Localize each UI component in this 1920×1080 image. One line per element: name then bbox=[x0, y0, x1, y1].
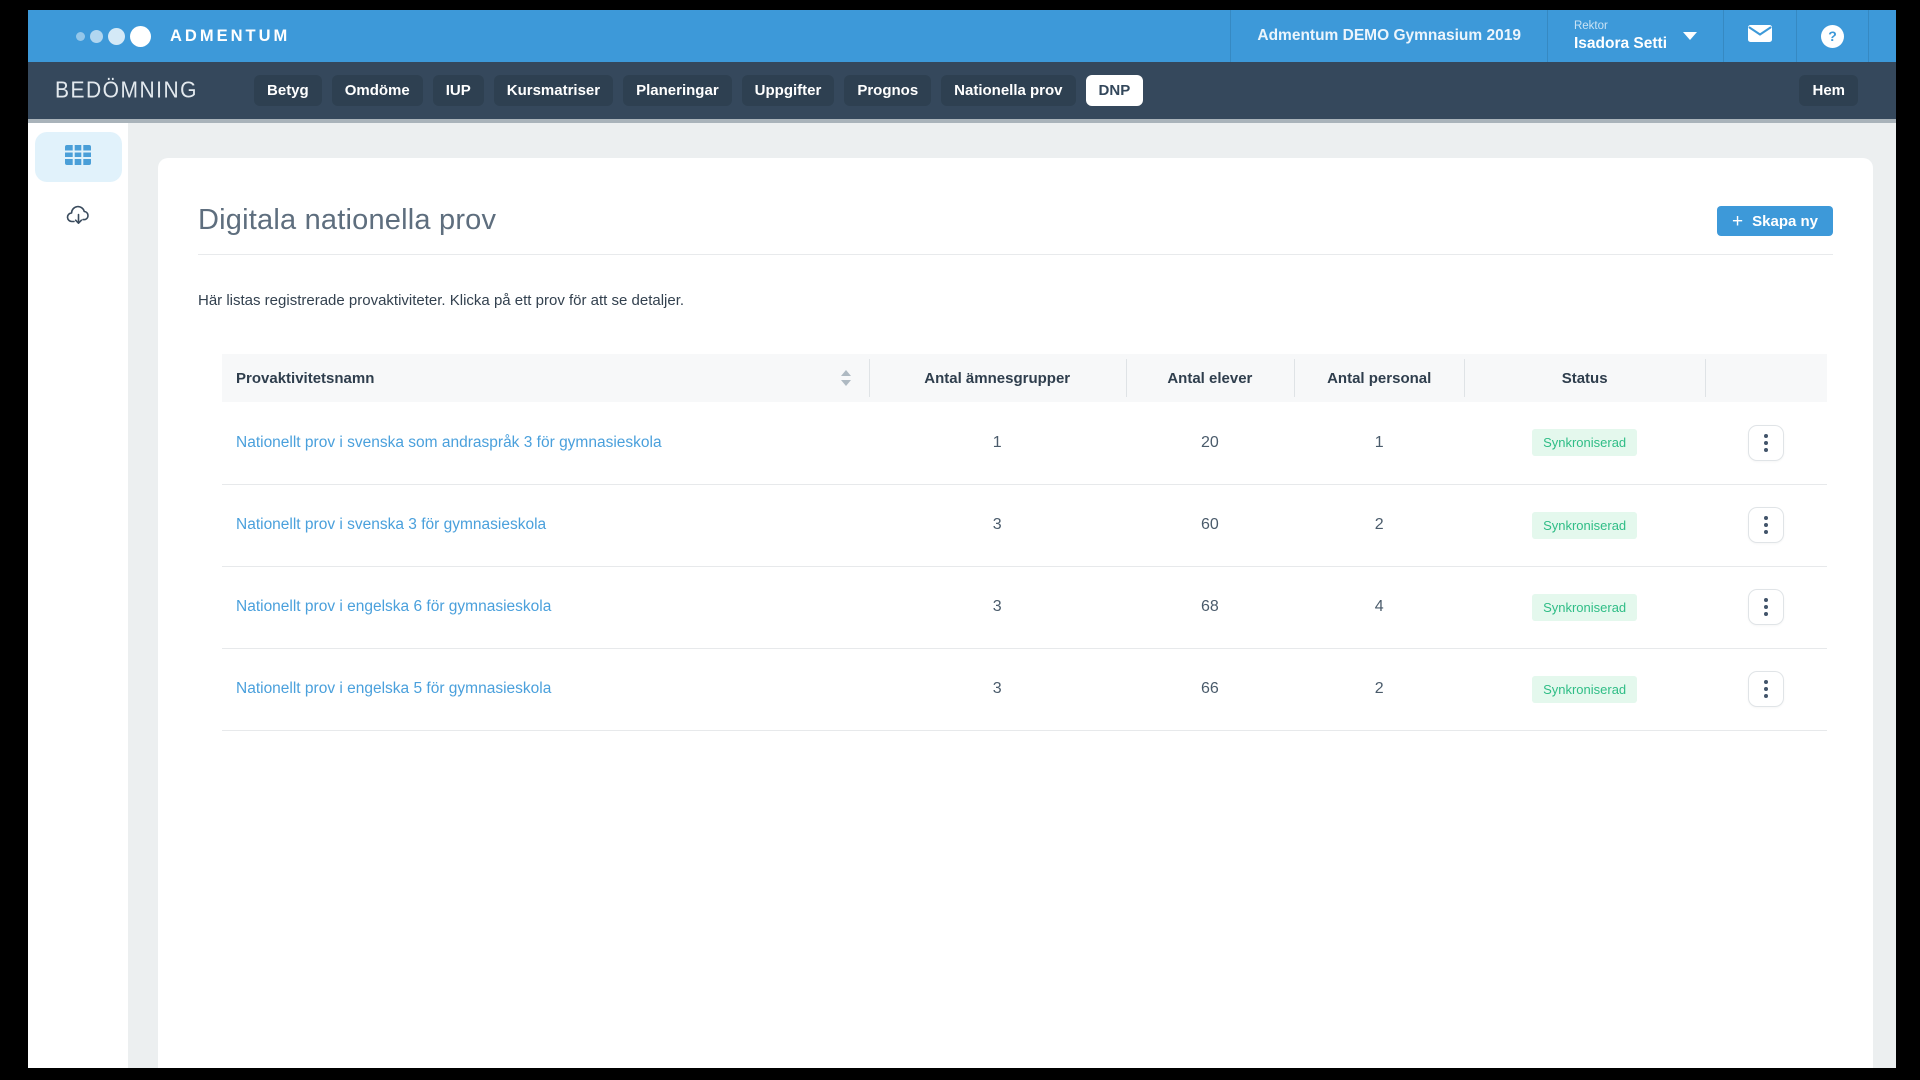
top-bar: ADMENTUM Admentum DEMO Gymnasium 2019 Re… bbox=[28, 10, 1896, 62]
staff-count: 4 bbox=[1374, 598, 1384, 615]
students-count: 66 bbox=[1200, 680, 1219, 697]
tab-nationella-prov[interactable]: Nationella prov bbox=[941, 75, 1076, 106]
tab-prognos[interactable]: Prognos bbox=[844, 75, 932, 106]
user-role: Rektor bbox=[1573, 20, 1608, 33]
create-new-button[interactable]: + Skapa ny bbox=[1717, 206, 1833, 236]
table-header-row: Provaktivitetsnamn Antal ämnesgrupper An… bbox=[222, 354, 1827, 402]
column-header-status: Status bbox=[1464, 354, 1705, 402]
test-link[interactable]: Nationellt prov i engelska 6 för gymnasi… bbox=[236, 598, 551, 615]
tab-betyg[interactable]: Betyg bbox=[254, 75, 322, 106]
tab-iup[interactable]: IUP bbox=[432, 75, 484, 106]
row-menu-button[interactable] bbox=[1748, 424, 1784, 461]
tab-uppgifter[interactable]: Uppgifter bbox=[741, 75, 835, 106]
sidebar-item-tests[interactable] bbox=[34, 132, 122, 182]
students-count: 20 bbox=[1200, 433, 1219, 451]
table-row: Nationellt prov i engelska 5 för gymnasi… bbox=[222, 648, 1827, 730]
messages-button[interactable] bbox=[1723, 10, 1796, 62]
groups-count: 3 bbox=[992, 516, 1002, 533]
user-menu[interactable]: Rektor Isadora Setti bbox=[1546, 10, 1723, 62]
column-header-actions bbox=[1705, 354, 1827, 402]
table-row: Nationellt prov i engelska 6 för gymnasi… bbox=[222, 566, 1827, 648]
groups-count: 3 bbox=[992, 598, 1002, 615]
column-header-name[interactable]: Provaktivitetsnamn bbox=[222, 354, 869, 402]
logo-dot-icon bbox=[108, 27, 125, 45]
nav-tabs: Betyg Omdöme IUP Kursmatriser Planeringa… bbox=[254, 75, 1144, 106]
tab-omdome[interactable]: Omdöme bbox=[331, 75, 423, 106]
row-menu-button[interactable] bbox=[1748, 589, 1784, 625]
logo-dot-icon bbox=[130, 25, 151, 47]
school-name: Admentum DEMO Gymnasium 2019 bbox=[1230, 10, 1547, 62]
help-button[interactable]: ? bbox=[1796, 10, 1868, 62]
staff-count: 2 bbox=[1374, 680, 1384, 697]
logo-dot-icon bbox=[90, 29, 103, 43]
help-icon: ? bbox=[1821, 24, 1844, 48]
status-badge: Synkroniserad bbox=[1532, 429, 1638, 457]
title-divider bbox=[198, 254, 1833, 255]
column-header-groups: Antal ämnesgrupper bbox=[868, 354, 1126, 402]
students-count: 68 bbox=[1200, 598, 1219, 615]
column-header-staff: Antal personal bbox=[1294, 354, 1464, 402]
cloud-download-icon bbox=[66, 205, 91, 232]
status-badge: Synkroniserad bbox=[1532, 675, 1638, 703]
envelope-icon bbox=[1748, 25, 1772, 47]
sidebar bbox=[28, 123, 128, 1068]
page-description: Här listas registrerade provaktiviteter.… bbox=[198, 292, 685, 309]
test-link[interactable]: Nationellt prov i svenska som andraspråk… bbox=[236, 434, 662, 451]
module-nav-bar: BEDÖMNING Betyg Omdöme IUP Kursmatriser … bbox=[28, 62, 1896, 123]
table-row: Nationellt prov i svenska 3 för gymnasie… bbox=[222, 484, 1827, 566]
row-menu-button[interactable] bbox=[1748, 671, 1784, 707]
tab-dnp[interactable]: DNP bbox=[1085, 75, 1144, 106]
test-link[interactable]: Nationellt prov i svenska 3 för gymnasie… bbox=[236, 516, 546, 533]
page-title: Digitala nationella prov bbox=[198, 204, 497, 236]
logo-dot-icon bbox=[76, 31, 85, 41]
app-window: ADMENTUM Admentum DEMO Gymnasium 2019 Re… bbox=[28, 10, 1896, 1068]
brand-logo[interactable]: ADMENTUM bbox=[28, 10, 290, 62]
module-title: BEDÖMNING bbox=[55, 77, 199, 103]
caret-down-icon bbox=[1683, 32, 1697, 40]
main-card: Digitala nationella prov + Skapa ny Här … bbox=[158, 158, 1873, 1068]
staff-count: 2 bbox=[1374, 516, 1384, 533]
content-area: Digitala nationella prov + Skapa ny Här … bbox=[28, 123, 1896, 1068]
test-link[interactable]: Nationellt prov i engelska 5 för gymnasi… bbox=[236, 680, 551, 697]
groups-count: 3 bbox=[992, 680, 1002, 697]
status-badge: Synkroniserad bbox=[1532, 593, 1638, 621]
create-new-label: Skapa ny bbox=[1752, 212, 1818, 230]
staff-count: 1 bbox=[1374, 433, 1384, 451]
table-grid-icon bbox=[65, 144, 91, 170]
table-row: Nationellt prov i svenska som andraspråk… bbox=[222, 402, 1827, 484]
tab-hem[interactable]: Hem bbox=[1799, 75, 1858, 106]
column-header-students: Antal elever bbox=[1125, 354, 1295, 402]
students-count: 60 bbox=[1200, 516, 1219, 533]
brand-name: ADMENTUM bbox=[170, 26, 291, 45]
tests-table: Provaktivitetsnamn Antal ämnesgrupper An… bbox=[222, 354, 1827, 731]
tab-planeringar[interactable]: Planeringar bbox=[623, 75, 732, 106]
row-menu-button[interactable] bbox=[1748, 507, 1784, 543]
status-badge: Synkroniserad bbox=[1532, 511, 1638, 539]
sidebar-item-import[interactable] bbox=[35, 196, 122, 240]
groups-count: 1 bbox=[992, 433, 1002, 451]
plus-icon: + bbox=[1732, 210, 1744, 232]
topbar-divider bbox=[1868, 10, 1896, 62]
user-name: Isadora Setti bbox=[1573, 34, 1667, 52]
sort-icon[interactable] bbox=[840, 370, 851, 386]
tab-kursmatriser[interactable]: Kursmatriser bbox=[493, 75, 614, 106]
